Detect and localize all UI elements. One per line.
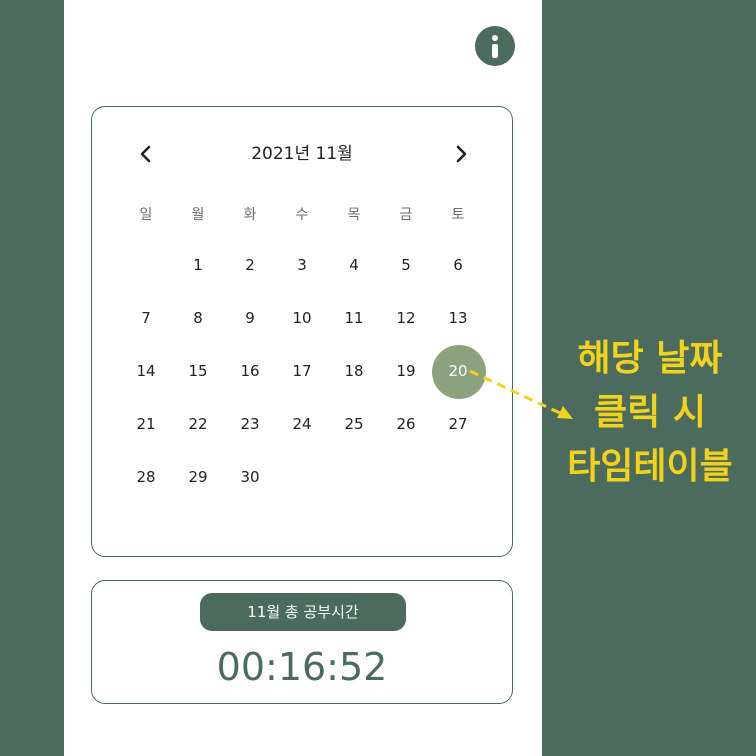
day-cell[interactable]: 30 — [224, 467, 276, 487]
selected-day-cell[interactable]: 20 — [432, 361, 484, 381]
annotation-text: 해당 날짜 클릭 시 타임테이블 — [544, 332, 756, 494]
weekday-label: 토 — [451, 207, 465, 223]
day-cell[interactable]: 26 — [380, 414, 432, 434]
day-cell[interactable]: 6 — [432, 255, 484, 275]
app-screen: 2021년 11월 일 월 화 수 목 금 토 1 2 3 4 5 6 7 8 9 10 11 12 13 14 15 16… — [64, 0, 542, 756]
weekday-label: 수 — [295, 207, 309, 223]
day-cell[interactable]: 9 — [224, 308, 276, 328]
day-cell[interactable]: 17 — [276, 361, 328, 381]
day-cell[interactable]: 15 — [172, 361, 224, 381]
weekday-label: 금 — [399, 207, 413, 223]
weekday-label: 일 — [139, 207, 153, 223]
weekday-label: 화 — [243, 207, 257, 223]
day-cell[interactable]: 13 — [432, 308, 484, 328]
weekday-label: 월 — [191, 207, 205, 223]
day-cell[interactable]: 2 — [224, 255, 276, 275]
day-cell[interactable]: 19 — [380, 361, 432, 381]
day-cell[interactable]: 1 — [172, 255, 224, 275]
day-cell[interactable]: 7 — [120, 308, 172, 328]
next-month-button[interactable] — [450, 143, 472, 165]
day-cell[interactable]: 24 — [276, 414, 328, 434]
day-cell[interactable]: 21 — [120, 414, 172, 434]
weekday-label: 목 — [347, 207, 361, 223]
day-cell[interactable]: 27 — [432, 414, 484, 434]
day-cell[interactable]: 22 — [172, 414, 224, 434]
annotation-line-3: 타임테이블 — [567, 446, 733, 487]
day-cell[interactable]: 8 — [172, 308, 224, 328]
day-cell[interactable]: 14 — [120, 361, 172, 381]
chevron-right-icon — [456, 145, 467, 163]
day-cell[interactable]: 4 — [328, 255, 380, 275]
info-icon-bar — [492, 44, 498, 58]
month-title: 2021년 11월 — [251, 144, 353, 164]
total-study-time-label: 11월 총 공부시간 — [200, 593, 406, 631]
day-cell[interactable]: 11 — [328, 308, 380, 328]
calendar-card: 2021년 11월 일 월 화 수 목 금 토 1 2 3 4 5 6 7 8 9 10 11 12 13 14 15 16… — [91, 106, 513, 557]
day-cell[interactable]: 23 — [224, 414, 276, 434]
day-cell[interactable]: 16 — [224, 361, 276, 381]
total-study-time-value: 00:16:52 — [216, 645, 388, 689]
day-cell[interactable]: 18 — [328, 361, 380, 381]
info-icon — [492, 35, 498, 41]
day-cell[interactable]: 25 — [328, 414, 380, 434]
day-cell[interactable]: 10 — [276, 308, 328, 328]
day-cell[interactable]: 12 — [380, 308, 432, 328]
day-cell[interactable]: 3 — [276, 255, 328, 275]
annotation-line-1: 해당 날짜 — [577, 338, 723, 379]
day-cell[interactable]: 28 — [120, 467, 172, 487]
annotation-line-2: 클릭 시 — [594, 392, 706, 433]
monthly-total-card: 11월 총 공부시간 00:16:52 — [91, 580, 513, 704]
info-button[interactable] — [475, 26, 515, 66]
day-cell[interactable]: 29 — [172, 467, 224, 487]
day-cell[interactable]: 5 — [380, 255, 432, 275]
